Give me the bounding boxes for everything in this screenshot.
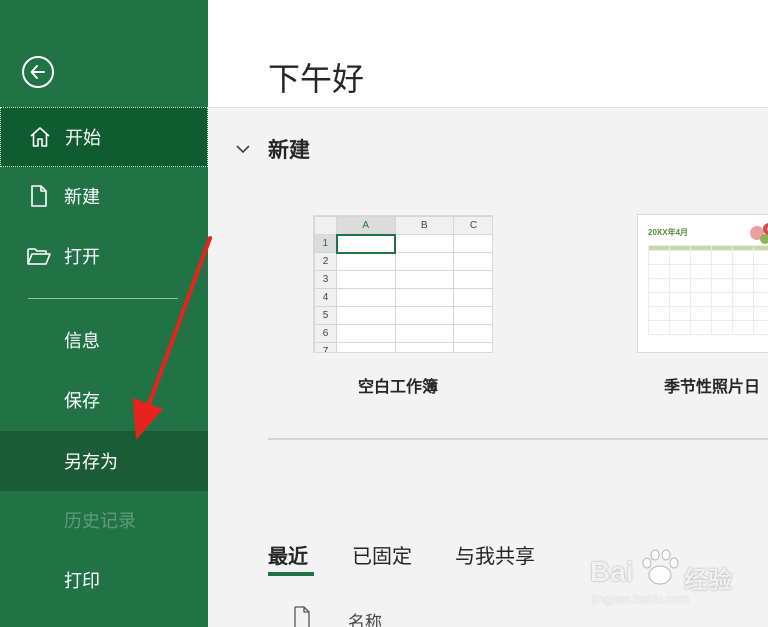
nav-new[interactable]: 新建: [0, 166, 208, 226]
column-name-header[interactable]: 名称: [348, 608, 382, 627]
row-header: 6: [314, 324, 337, 343]
nav-history: 历史记录: [0, 490, 208, 550]
nav-save-label: 保存: [64, 391, 100, 412]
section-separator: [268, 438, 768, 440]
back-button[interactable]: [22, 56, 54, 88]
nav-new-label: 新建: [64, 187, 100, 208]
tab-recent[interactable]: 最近: [268, 540, 308, 569]
nav-save[interactable]: 保存: [0, 370, 208, 430]
blank-workbook-label[interactable]: 空白工作簿: [358, 373, 438, 397]
back-arrow-icon: [30, 65, 45, 79]
tab-recent-underline: [268, 572, 314, 576]
row-header: 7: [314, 342, 337, 352]
row-header: 4: [314, 288, 337, 307]
row-header: 1: [314, 234, 337, 253]
calendar-month-title: 20XX年4月: [648, 228, 689, 237]
nav-info[interactable]: 信息: [0, 310, 208, 370]
spreadsheet-grid-preview: A B C 1 2 3 4 5 6 7: [314, 216, 492, 352]
nav-open-label: 打开: [64, 247, 100, 268]
row-header: 2: [314, 252, 337, 271]
nav-print-label: 打印: [64, 571, 100, 592]
backstage-sidebar: 开始 新建 打开 信息 保存 另存为 历史记录 打印: [0, 0, 208, 627]
calendar-grid-preview: [648, 245, 768, 335]
sidebar-divider: [28, 298, 178, 299]
column-header: A: [336, 216, 396, 236]
chevron-down-icon[interactable]: [234, 140, 252, 158]
tab-pinned[interactable]: 已固定: [352, 540, 412, 569]
header: 下午好: [208, 0, 768, 108]
row-header: 5: [314, 306, 337, 325]
seasonal-calendar-thumbnail[interactable]: 20XX年4月: [637, 214, 768, 353]
nav-history-label: 历史记录: [64, 511, 136, 532]
nav-info-label: 信息: [64, 331, 100, 352]
nav-home-label: 开始: [65, 128, 101, 149]
tab-shared-with-me[interactable]: 与我共享: [455, 540, 535, 569]
column-header: B: [394, 216, 454, 235]
selected-cell: [335, 233, 396, 254]
row-header: 3: [314, 270, 337, 289]
main-content: 下午好 新建 A B C 1 2 3 4 5 6 7 空白工作簿 20XX年4月…: [208, 0, 768, 627]
nav-home[interactable]: 开始: [0, 107, 208, 167]
file-type-icon: [294, 606, 310, 627]
column-header: C: [453, 216, 492, 235]
new-document-icon: [26, 183, 52, 209]
flower-image: [750, 223, 768, 244]
nav-print[interactable]: 打印: [0, 550, 208, 610]
nav-save-as-label: 另存为: [64, 452, 118, 473]
open-folder-icon: [26, 243, 52, 269]
nav-save-as[interactable]: 另存为: [0, 431, 208, 491]
nav-open[interactable]: 打开: [0, 226, 208, 286]
blank-workbook-thumbnail[interactable]: A B C 1 2 3 4 5 6 7: [313, 215, 493, 353]
seasonal-calendar-label[interactable]: 季节性照片日: [664, 373, 760, 397]
greeting-title: 下午好: [268, 60, 365, 98]
new-section-title: 新建: [268, 138, 310, 162]
grid-corner: [314, 216, 337, 235]
home-icon: [27, 124, 53, 150]
